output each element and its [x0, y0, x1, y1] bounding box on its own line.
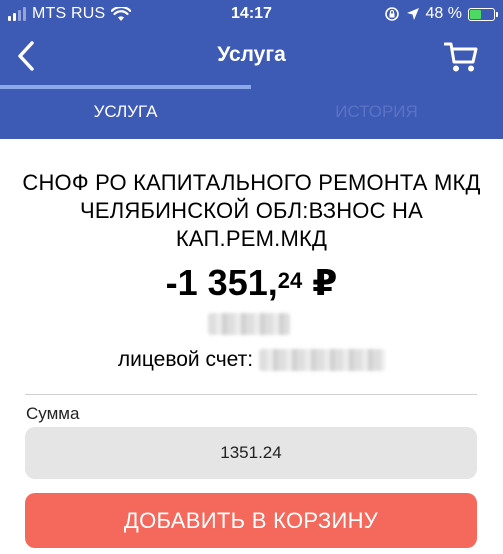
cart-icon: [444, 42, 478, 72]
battery-level-fill: [470, 9, 482, 19]
status-bar: MTS RUS 14:17 48 %: [0, 0, 503, 30]
tab-history[interactable]: ИСТОРИЯ: [251, 85, 502, 139]
page-title: Услуга: [217, 43, 286, 66]
divider: [25, 394, 477, 395]
account-line: лицевой счет:: [0, 345, 503, 375]
amount-fraction: 24: [277, 268, 303, 293]
amount: -1 351,24 ₽: [0, 258, 503, 308]
app-header: MTS RUS 14:17 48 % Услуга УСЛУГА ИСТОРИЯ: [0, 0, 503, 139]
battery-percent: 48 %: [425, 5, 462, 22]
sum-label: Сумма: [26, 404, 80, 423]
amount-main: -1 351,: [165, 262, 278, 303]
redacted-account-number: [259, 349, 386, 372]
tab-bar: УСЛУГА ИСТОРИЯ: [0, 85, 503, 139]
cart-button[interactable]: [441, 38, 481, 76]
status-right: 48 %: [384, 5, 498, 23]
redacted-name: [208, 313, 290, 335]
account-label: лицевой счет:: [117, 348, 254, 371]
add-to-cart-button[interactable]: ДОБАВИТЬ В КОРЗИНУ: [25, 493, 477, 548]
currency-symbol: ₽: [312, 262, 338, 303]
service-title: СНОФ РО КАПИТАЛЬНОГО РЕМОНТА МКД ЧЕЛЯБИН…: [22, 170, 481, 251]
tab-service[interactable]: УСЛУГА: [0, 85, 251, 139]
battery-icon: [468, 7, 498, 21]
sum-input[interactable]: [25, 427, 477, 479]
rotation-lock-icon: [384, 7, 399, 21]
location-arrow-icon: [406, 8, 419, 20]
navigation-bar: Услуга: [0, 30, 503, 85]
